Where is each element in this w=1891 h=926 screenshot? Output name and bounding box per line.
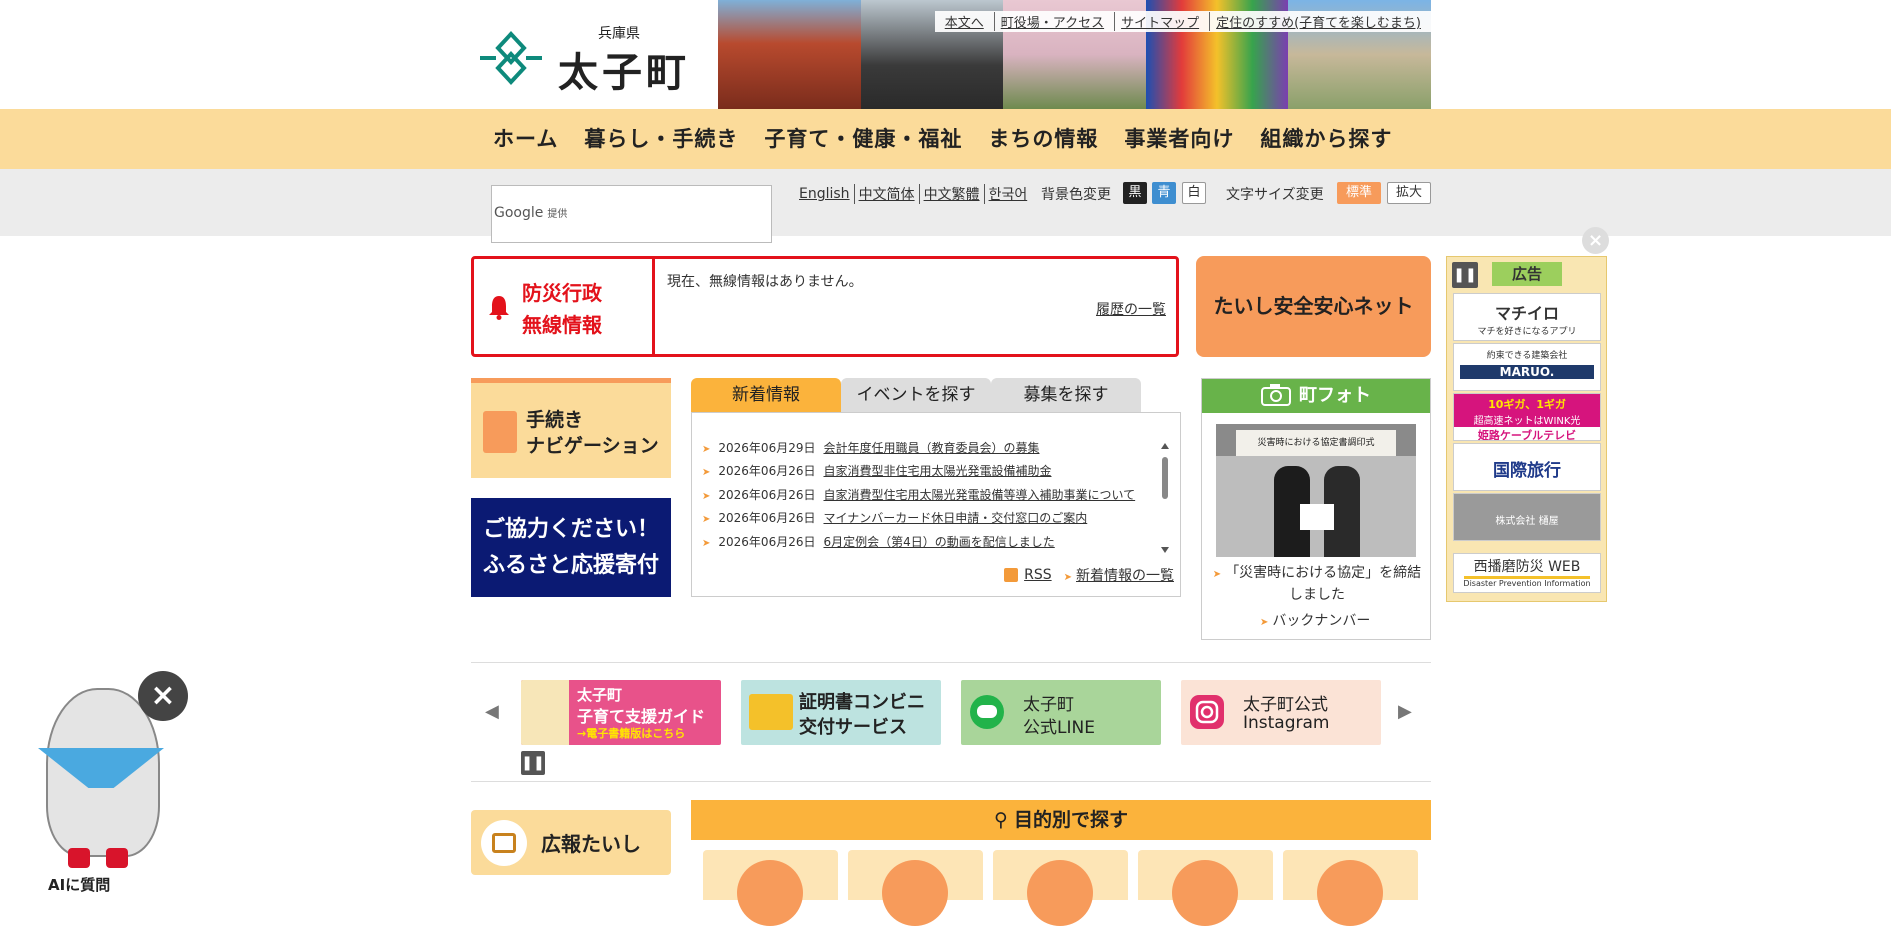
- town-photo-caption[interactable]: ➤ 「災害時における協定」を締結しました: [1210, 563, 1424, 605]
- purpose-card[interactable]: [1138, 850, 1273, 926]
- google-branding: Google 提供: [494, 205, 568, 221]
- rss-link[interactable]: RSS: [1004, 567, 1052, 583]
- tab-recruitment[interactable]: 募集を探す: [991, 378, 1141, 412]
- mascot-close-icon[interactable]: ×: [138, 671, 188, 721]
- ad-pause-icon[interactable]: ❚❚: [1452, 262, 1478, 288]
- arrow-icon: ➤: [702, 444, 711, 455]
- link-access[interactable]: 町役場・アクセス: [993, 12, 1110, 31]
- banner-carousel: ◀ ▶ 太子町 子育て支援ガイド →電子書籍版はこちら 証明書コンビニ 交付サー…: [471, 662, 1431, 782]
- ai-question-label: AIに質問: [48, 876, 111, 894]
- lang-zh-hant[interactable]: 中文繁體: [918, 184, 984, 204]
- ad-label: 広告: [1492, 262, 1562, 286]
- town-photo-panel: 町フォト 災害時における協定書調印式 ➤ 「災害時における協定」を締結しました ➤…: [1201, 378, 1431, 640]
- purpose-card[interactable]: [848, 850, 983, 926]
- book-icon: [481, 820, 527, 866]
- list-item[interactable]: ➤ 2026年06月26日 マイナンバーカード休日申請・交付窓口のご案内: [702, 509, 1087, 526]
- ad-maruo[interactable]: 約束できる建築会社 MARUO.: [1453, 343, 1601, 391]
- news-list: ➤ 2026年06月29日 会計年度任用職員（教育委員会）の募集 ➤ 2026年06月…: [691, 412, 1181, 597]
- hometown-donation-banner[interactable]: ご協力ください！ ふるさと応援寄付: [471, 498, 671, 597]
- nav-town-info[interactable]: まちの情報: [975, 109, 1111, 169]
- size-standard-button[interactable]: 標準: [1337, 182, 1381, 204]
- bg-blue-button[interactable]: 青: [1152, 182, 1176, 204]
- lang-korean[interactable]: 한국어: [983, 184, 1032, 204]
- lang-english[interactable]: English: [795, 186, 854, 202]
- link-settlement[interactable]: 定住のすすめ(子育てを楽しむまち): [1209, 12, 1427, 31]
- ad-close-icon[interactable]: ×: [1582, 227, 1609, 254]
- ad-machiiro[interactable]: マチイロ マチを好きになるアプリ: [1453, 293, 1601, 341]
- global-nav: ホーム 暮らし・手続き 子育て・健康・福祉 まちの情報 事業者向け 組織から探す: [0, 109, 1891, 169]
- site-logo[interactable]: 兵庫県 太子町: [478, 18, 694, 96]
- instagram-icon: [1190, 695, 1224, 729]
- news-footer-links: RSS ➤ 新着情報の一覧: [1004, 565, 1174, 585]
- link-sitemap[interactable]: サイトマップ: [1114, 12, 1205, 31]
- search-input[interactable]: Google 提供: [491, 185, 772, 243]
- banner-childcare-guide[interactable]: 太子町 子育て支援ガイド →電子書籍版はこちら: [521, 680, 721, 745]
- news-panel: 新着情報 イベントを探す 募集を探す ➤ 2026年06月29日 会計年度任用職員（…: [691, 378, 1181, 598]
- rss-icon: [1004, 568, 1019, 582]
- purpose-card[interactable]: [703, 850, 838, 926]
- camera-icon: [1261, 384, 1291, 406]
- nav-organization[interactable]: 組織から探す: [1247, 109, 1405, 169]
- tab-events[interactable]: イベントを探す: [841, 378, 991, 412]
- list-item[interactable]: ➤ 2026年06月26日 自家消費型住宅用太陽光発電設備等導入補助事業について: [702, 486, 1135, 503]
- banner-convenience-certificate[interactable]: 証明書コンビニ 交付サービス: [741, 680, 941, 745]
- radio-history-link[interactable]: 履歴の一覧: [1096, 299, 1166, 319]
- town-name: 太子町: [558, 49, 690, 96]
- carousel-pause-icon[interactable]: ❚❚: [521, 751, 545, 775]
- text-size-label: 文字サイズ変更: [1226, 187, 1324, 203]
- procedure-navigation-banner[interactable]: 手続き ナビゲーション: [471, 378, 671, 478]
- size-large-button[interactable]: 拡大: [1387, 182, 1431, 204]
- purpose-card[interactable]: [1283, 850, 1418, 926]
- arrow-icon: ➤: [702, 538, 711, 549]
- safety-net-button[interactable]: たいし安全安心ネット: [1196, 256, 1431, 357]
- ad-hiya[interactable]: 株式会社 樋屋: [1453, 493, 1601, 541]
- bg-black-button[interactable]: 黒: [1123, 182, 1147, 204]
- disaster-radio-panel: 防災行政 無線情報 現在、無線情報はありません。 履歴の一覧: [471, 256, 1179, 357]
- radio-title: 防災行政 無線情報: [522, 281, 602, 337]
- back-number-link[interactable]: ➤ バックナンバー: [1260, 610, 1370, 630]
- arrow-icon: ➤: [702, 491, 711, 502]
- utility-links: 本文へ 町役場・アクセス サイトマップ 定住のすすめ(子育てを楽しむまち): [934, 11, 1431, 32]
- news-scrollbar[interactable]: [1160, 443, 1170, 553]
- procedure-nav-label: 手続き ナビゲーション: [526, 409, 659, 457]
- site-header: 兵庫県 太子町 本文へ 町役場・アクセス サイトマップ 定住のすすめ(子育てを楽…: [0, 0, 1891, 109]
- carousel-next-icon[interactable]: ▶: [1398, 701, 1412, 722]
- purpose-card[interactable]: [993, 850, 1128, 926]
- bg-white-button[interactable]: 白: [1182, 182, 1206, 204]
- arrow-icon: ➤: [702, 467, 711, 478]
- radio-message: 現在、無線情報はありません。: [667, 274, 863, 290]
- list-item[interactable]: ➤ 2026年06月29日 会計年度任用職員（教育委員会）の募集: [702, 439, 1040, 456]
- banner-official-line[interactable]: 太子町 公式LINE: [961, 680, 1161, 745]
- bell-icon: [489, 296, 509, 320]
- nav-living[interactable]: 暮らし・手続き: [571, 109, 751, 169]
- public-relations-label: 広報たいし: [541, 832, 641, 856]
- list-item[interactable]: ➤ 2026年06月26日 自家消費型非住宅用太陽光発電設備補助金: [702, 462, 1052, 479]
- link-skip-to-content[interactable]: 本文へ: [939, 12, 990, 31]
- town-photo-image[interactable]: 災害時における協定書調印式: [1216, 424, 1416, 557]
- radio-title-box: 防災行政 無線情報: [474, 259, 655, 354]
- list-item[interactable]: ➤ 2026年06月26日 6月定例会（第4日）の動画を配信しました: [702, 533, 1055, 550]
- carousel-prev-icon[interactable]: ◀: [485, 701, 499, 722]
- town-photo-header: 町フォト: [1202, 379, 1430, 413]
- purpose-search-header: ⚲ 目的別で探す: [691, 800, 1431, 840]
- language-links: English 中文简体 中文繁體 한국어: [795, 184, 1031, 204]
- arrow-icon: ➤: [702, 514, 711, 525]
- tab-new-info[interactable]: 新着情報: [691, 378, 841, 412]
- document-icon: [483, 411, 517, 453]
- nav-childcare-health[interactable]: 子育て・健康・福祉: [751, 109, 975, 169]
- nav-business[interactable]: 事業者向け: [1111, 109, 1247, 169]
- search-icon: ⚲: [994, 809, 1008, 831]
- banner-official-instagram[interactable]: 太子町公式 Instagram: [1181, 680, 1381, 745]
- bg-color-label: 背景色変更: [1041, 187, 1111, 203]
- ad-nishiharima-bosai[interactable]: 西播磨防災 WEB Disaster Prevention Informatio…: [1453, 553, 1601, 593]
- nav-home[interactable]: ホーム: [480, 109, 571, 169]
- ad-kokusai-ryoko[interactable]: 国際旅行: [1453, 443, 1601, 491]
- lang-zh-hans[interactable]: 中文简体: [853, 184, 919, 204]
- ad-panel: ❚❚ 広告 マチイロ マチを好きになるアプリ 約束できる建築会社 MARUO. …: [1446, 256, 1607, 602]
- public-relations-banner[interactable]: 広報たいし: [471, 810, 671, 875]
- ad-wink[interactable]: 10ギガ、1ギガ 超高速ネットはWINK光 姫路ケーブルテレビ: [1453, 393, 1601, 441]
- line-icon: [970, 695, 1004, 729]
- town-emblem-icon: [480, 31, 542, 85]
- news-list-link[interactable]: ➤ 新着情報の一覧: [1064, 565, 1174, 585]
